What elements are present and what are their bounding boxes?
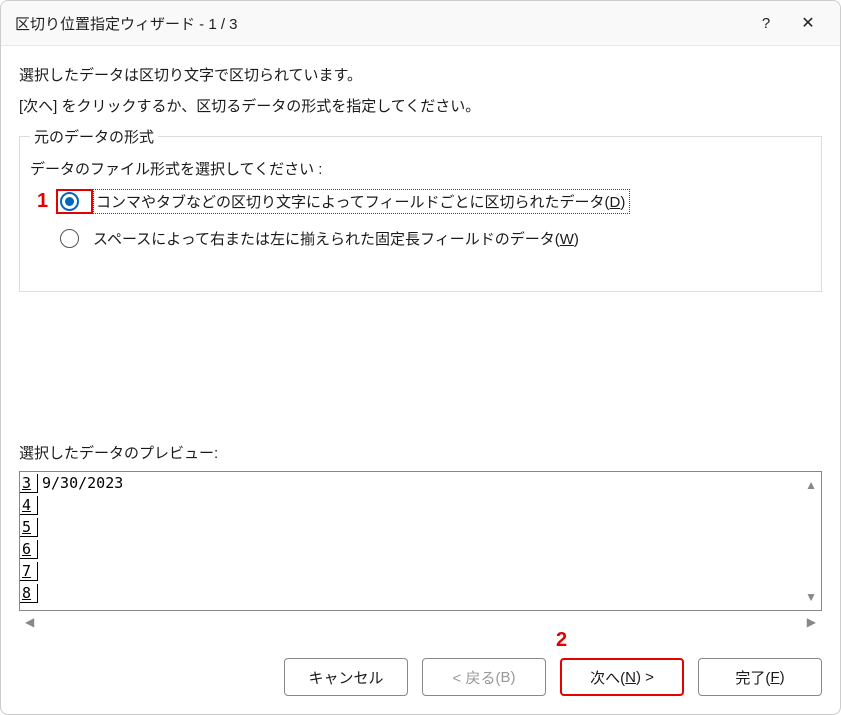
preview-label: 選択したデータのプレビュー: [19,442,822,463]
table-row: 3 9/30/2023 [20,472,821,494]
radio-delimited[interactable] [60,192,79,211]
description-line-2: [次へ] をクリックするか、区切るデータの形式を指定してください。 [19,95,822,116]
preview-area: 3 9/30/2023 4 5 6 7 [19,471,822,611]
description-line-1: 選択したデータは区切り文字で区切られています。 [19,64,822,85]
scroll-right-icon[interactable]: ▶ [807,615,816,629]
table-row: 5 [20,516,821,538]
table-row: 6 [20,538,821,560]
close-button[interactable]: ✕ [790,9,826,37]
scroll-down-icon[interactable]: ▼ [805,590,817,604]
button-row: キャンセル < 戻る(B) 次へ(N) > 完了(F) [1,648,840,714]
annotation-1: 1 [37,190,48,213]
radio-fixedwidth[interactable] [60,229,79,248]
radio-fixedwidth-label: スペースによって右または左に揃えられた固定長フィールドのデータ(W) [93,228,579,249]
dialog-content: 選択したデータは区切り文字で区切られています。 [次へ] をクリックするか、区切… [1,46,840,648]
back-button: < 戻る(B) [422,658,546,696]
cancel-button[interactable]: キャンセル [284,658,408,696]
annotation-highlight-1 [56,189,93,214]
table-row: 7 [20,560,821,582]
data-format-group: 元のデータの形式 データのファイル形式を選択してください : コンマやタブなどの… [19,136,822,292]
scroll-left-icon[interactable]: ◀ [25,615,34,629]
table-row: 4 [20,494,821,516]
wizard-dialog: 区切り位置指定ウィザード - 1 / 3 ? ✕ 選択したデータは区切り文字で区… [0,0,841,715]
next-button[interactable]: 次へ(N) > [560,658,684,696]
finish-button[interactable]: 完了(F) [698,658,822,696]
titlebar: 区切り位置指定ウィザード - 1 / 3 ? ✕ [1,1,840,46]
format-instruction: データのファイル形式を選択してください : [30,158,811,179]
dialog-title: 区切り位置指定ウィザード - 1 / 3 [15,13,742,34]
scroll-up-icon[interactable]: ▲ [805,478,817,492]
preview-table: 3 9/30/2023 4 5 6 7 [20,472,821,604]
horizontal-scroll[interactable]: ◀ ▶ [19,613,822,639]
annotation-2: 2 [556,629,567,652]
radio-delimited-row[interactable]: コンマやタブなどの区切り文字によってフィールドごとに区切られたデータ(D) [30,189,811,214]
table-row: 8 [20,582,821,604]
help-button[interactable]: ? [748,9,784,37]
group-title: 元のデータの形式 [30,126,158,147]
radio-fixedwidth-row[interactable]: スペースによって右または左に揃えられた固定長フィールドのデータ(W) [30,226,811,251]
radio-delimited-label: コンマやタブなどの区切り文字によってフィールドごとに区切られたデータ(D) [93,189,630,214]
